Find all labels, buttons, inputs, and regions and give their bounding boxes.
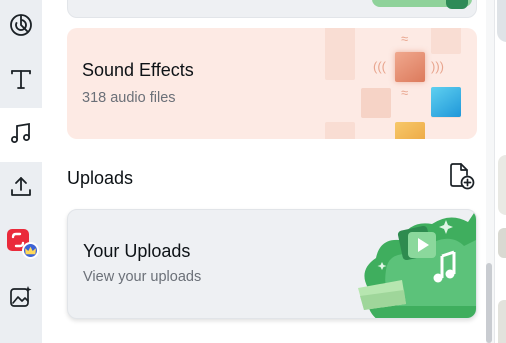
sidebar-item-text[interactable] [0, 54, 42, 108]
canvas-edge [494, 0, 506, 343]
your-uploads-card[interactable]: Your Uploads View your uploads [67, 209, 477, 319]
chart-icon [8, 12, 34, 43]
your-uploads-title: Your Uploads [83, 241, 191, 261]
content-panel: Sound Effects 318 audio files ((( ))) ≈ … [42, 0, 486, 343]
sidebar-item-charts[interactable] [0, 0, 42, 54]
magic-image-icon [8, 284, 34, 315]
sound-effects-title: Sound Effects [82, 60, 194, 80]
app-logo-icon [7, 229, 39, 259]
card-illustration-shape [446, 0, 468, 9]
text-icon [8, 66, 34, 97]
sidebar-rail [0, 0, 42, 343]
sidebar-item-audio[interactable] [0, 108, 42, 162]
crown-icon [22, 242, 39, 259]
sound-effects-card[interactable]: Sound Effects 318 audio files ((( ))) ≈ … [67, 28, 477, 139]
add-file-icon [446, 161, 476, 196]
sound-effects-count: 318 audio files [82, 90, 176, 106]
previous-category-card[interactable] [67, 0, 477, 18]
music-note-icon [8, 120, 34, 151]
panel-scrollbar-thumb[interactable] [486, 263, 492, 343]
sidebar-item-magic-media[interactable] [0, 272, 42, 326]
upload-file-button[interactable] [445, 162, 477, 194]
uploads-illustration [358, 210, 476, 318]
uploads-section-title: Uploads [67, 168, 134, 188]
sidebar-item-app[interactable] [0, 216, 42, 270]
upload-icon [8, 174, 34, 205]
sidebar-item-uploads[interactable] [0, 162, 42, 216]
your-uploads-subtitle: View your uploads [83, 269, 202, 285]
